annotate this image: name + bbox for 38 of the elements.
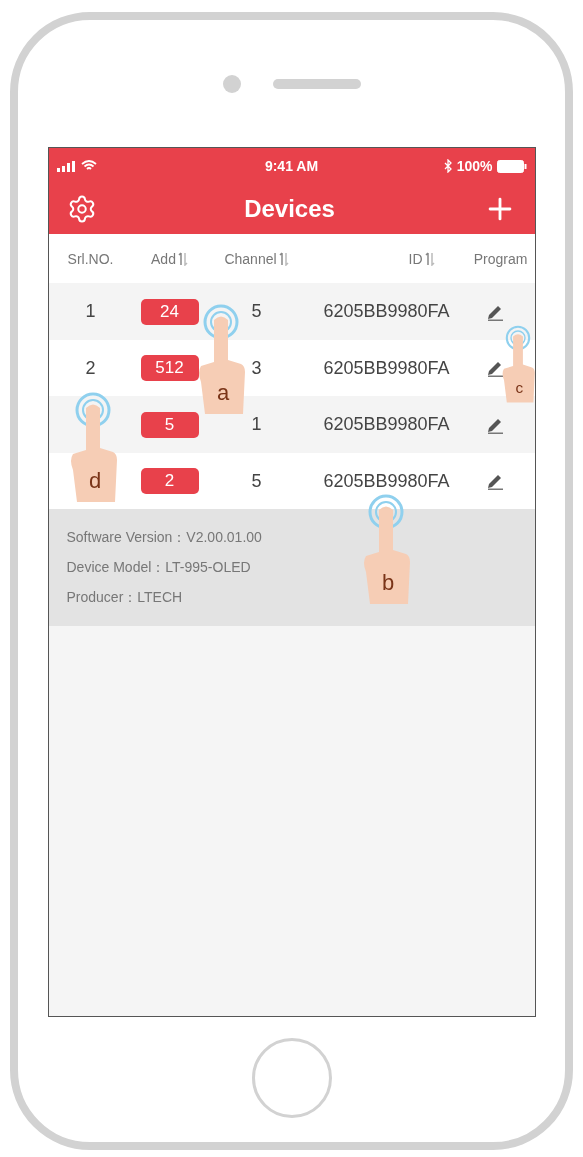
sort-icon[interactable]: [424, 251, 435, 266]
battery-icon: [496, 159, 527, 173]
serial-cell: 1: [85, 301, 96, 322]
signal-icon: [56, 160, 77, 172]
column-header[interactable]: Channel: [224, 250, 289, 267]
gesture-label: a: [216, 380, 229, 405]
gesture-label: b: [381, 570, 394, 595]
status-time: 9:41 AM: [264, 158, 319, 174]
serial-cell: 2: [85, 357, 96, 379]
id-cell: 6205BB9980FA: [323, 357, 450, 379]
gesture-label: c: [515, 378, 523, 396]
id-cell: 6205BB9980FA: [323, 470, 450, 492]
speaker-icon: [272, 78, 361, 89]
channel-cell: 1: [251, 414, 262, 435]
info-text: Producer：LTECH: [66, 589, 184, 607]
bluetooth-icon: [443, 159, 453, 173]
channel-cell: 5: [251, 470, 262, 492]
column-header: Program: [473, 250, 528, 267]
id-cell: 6205BB9980FA: [323, 301, 450, 322]
page-title: Devices: [244, 195, 335, 223]
info-text: Software Version：V2.00.01.00: [66, 529, 263, 547]
camera-icon: [222, 74, 241, 93]
channel-cell: 5: [251, 301, 262, 322]
wifi-icon: [80, 160, 97, 172]
address-badge[interactable]: 5: [140, 411, 199, 438]
info-text: Device Model：LT-995-OLED: [66, 559, 252, 577]
address-badge[interactable]: 2: [140, 468, 199, 494]
gesture-label: d: [88, 468, 101, 493]
address-badge[interactable]: 24: [140, 298, 199, 325]
battery-percent: 100%: [456, 158, 493, 174]
sort-icon[interactable]: [278, 251, 289, 266]
sort-icon[interactable]: [177, 251, 188, 266]
column-header[interactable]: Add: [151, 250, 188, 267]
id-cell: 6205BB9980FA: [323, 414, 450, 435]
column-header: Srl.NO.: [67, 250, 114, 267]
column-header[interactable]: ID: [408, 250, 435, 267]
channel-cell: 3: [251, 357, 262, 379]
address-badge[interactable]: 512: [140, 355, 199, 381]
